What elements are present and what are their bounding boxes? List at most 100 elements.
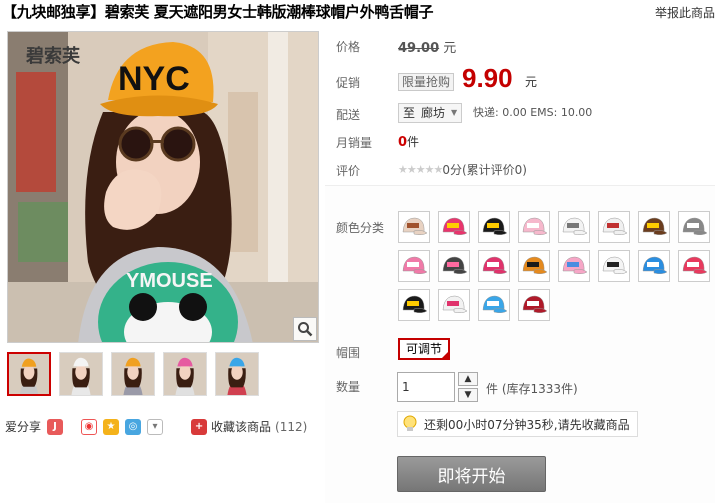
thumbnail-image[interactable] — [7, 352, 51, 396]
rating-text: 0分(累计评价0) — [442, 163, 527, 177]
cap-thumbnail-icon — [482, 217, 508, 236]
price-label: 价格 — [336, 40, 361, 54]
coming-soon-button[interactable]: 即将开始 — [397, 456, 546, 492]
thumbnail-photo — [164, 353, 206, 395]
color-swatch[interactable] — [678, 211, 710, 243]
quantity-input[interactable]: 1 — [397, 372, 455, 402]
color-swatch[interactable] — [398, 211, 430, 243]
cap-thumbnail-icon — [682, 217, 708, 236]
thumbnail-strip — [7, 352, 259, 396]
cap-thumbnail-icon — [602, 217, 628, 236]
thumbnail-image[interactable] — [215, 352, 259, 396]
thumbnail-image[interactable] — [111, 352, 155, 396]
color-swatch[interactable] — [598, 211, 630, 243]
shirt-print-text: YMOUSE — [126, 270, 213, 292]
color-swatch[interactable] — [478, 289, 510, 321]
cap-thumbnail-icon — [442, 217, 468, 236]
color-swatch[interactable] — [518, 289, 550, 321]
thumbnail-photo — [60, 353, 102, 395]
color-swatch[interactable] — [478, 211, 510, 243]
brand-watermark: 碧索芙 — [25, 45, 81, 67]
rating-stars-icon: ★★★★★ — [398, 163, 443, 176]
shipping-location: 廊坊 — [421, 106, 446, 120]
original-price: 49.00 元 — [398, 37, 456, 56]
color-swatch[interactable] — [678, 250, 710, 282]
cap-thumbnail-icon — [482, 295, 508, 314]
size-option-label: 帽围 — [336, 346, 361, 360]
cap-thumbnail-icon — [482, 256, 508, 275]
quantity-stock-info: 件 (库存1333件) — [486, 382, 578, 396]
rating-summary[interactable]: ★★★★★ 0分(累计评价0) — [398, 161, 527, 178]
cap-thumbnail-icon — [402, 295, 428, 314]
cap-thumbnail-icon — [642, 217, 668, 236]
cap-thumbnail-icon — [602, 256, 628, 275]
cap-thumbnail-icon — [562, 217, 588, 236]
cap-thumbnail-icon — [402, 256, 428, 275]
cap-thumbnail-icon — [522, 256, 548, 275]
thumbnail-photo — [112, 353, 154, 395]
color-swatch[interactable] — [438, 250, 470, 282]
favorite-icon: + — [191, 418, 208, 435]
report-product-link[interactable]: 举报此商品 — [655, 4, 715, 21]
color-swatch[interactable] — [518, 250, 550, 282]
color-swatch[interactable] — [398, 250, 430, 282]
promo-price-unit: 元 — [525, 75, 538, 89]
magnifier-icon — [298, 322, 313, 337]
promo-tag: 限量抢购 — [398, 73, 455, 91]
product-title: 【九块邮独享】碧索芙 夏天遮阳男女士韩版潮棒球帽户外鸭舌帽子 — [2, 3, 434, 21]
original-price-value: 49.00 — [398, 41, 440, 56]
color-swatch[interactable] — [478, 250, 510, 282]
quantity-label: 数量 — [336, 380, 361, 394]
color-swatch-list — [398, 211, 715, 321]
color-swatch[interactable] — [638, 211, 670, 243]
thumbnail-photo — [216, 353, 258, 395]
shipping-to-prefix: 至 — [403, 106, 416, 120]
shipping-label: 配送 — [336, 108, 361, 122]
thumbnail-image[interactable] — [59, 352, 103, 396]
monthly-sales: 0件 — [398, 133, 419, 150]
cap-thumbnail-icon — [442, 295, 468, 314]
favorite-count: (112) — [275, 419, 308, 434]
shipping-location-dropdown[interactable]: 至 廊坊 ▼ — [398, 103, 463, 123]
chevron-down-icon: ▼ — [464, 390, 472, 400]
promo-price: 9.90 — [462, 63, 513, 93]
size-option-adjustable[interactable]: 可调节 — [398, 338, 451, 360]
thumbnail-image[interactable] — [163, 352, 207, 396]
color-swatch[interactable] — [398, 289, 430, 321]
more-share-icon[interactable]: ▾ — [147, 418, 164, 435]
quantity-decrease-button[interactable]: ▼ — [458, 388, 478, 402]
cap-thumbnail-icon — [682, 256, 708, 275]
quantity-increase-button[interactable]: ▲ — [458, 372, 478, 386]
share-qzone-icon[interactable]: J — [47, 418, 64, 435]
cap-thumbnail-icon — [522, 295, 548, 314]
color-swatch[interactable] — [558, 250, 590, 282]
countdown-notice: 还剩00小时07分钟35秒,请先收藏商品 — [397, 411, 638, 437]
cap-thumbnail-icon — [522, 217, 548, 236]
color-swatch[interactable] — [598, 250, 630, 282]
monthly-sales-count: 0 — [398, 135, 408, 150]
main-photo-illustration: YMOUSE NYC 碧索芙 — [8, 32, 318, 342]
rating-label: 评价 — [336, 164, 361, 178]
monthly-sales-label: 月销量 — [336, 136, 373, 150]
chevron-down-icon: ▼ — [451, 108, 458, 117]
favorite-button[interactable]: + 收藏该商品 (112) — [191, 418, 307, 435]
share-row: 爱分享 J ◉ ★ ◎ ▾ + 收藏该商品 (112) — [5, 418, 307, 435]
lightbulb-icon — [402, 415, 418, 433]
color-swatch[interactable] — [558, 211, 590, 243]
color-swatch[interactable] — [638, 250, 670, 282]
main-product-image[interactable]: YMOUSE NYC 碧索芙 — [7, 31, 319, 343]
color-option-label: 颜色分类 — [336, 221, 385, 235]
chevron-up-icon: ▲ — [464, 374, 472, 384]
tencent-share-icon[interactable]: ◎ — [125, 418, 142, 435]
color-swatch[interactable] — [438, 211, 470, 243]
monthly-sales-unit: 件 — [407, 135, 420, 149]
cap-thumbnail-icon — [402, 217, 428, 236]
color-swatch[interactable] — [518, 211, 550, 243]
favorite-label: 收藏该商品 — [211, 420, 272, 434]
promo-label: 促销 — [336, 76, 361, 90]
color-swatch[interactable] — [438, 289, 470, 321]
zoom-button[interactable] — [293, 317, 317, 341]
shipping-fee-info: 快递: 0.00 EMS: 10.00 — [473, 106, 593, 119]
weibo-icon[interactable]: ◉ — [81, 418, 98, 435]
star-share-icon[interactable]: ★ — [103, 418, 120, 435]
